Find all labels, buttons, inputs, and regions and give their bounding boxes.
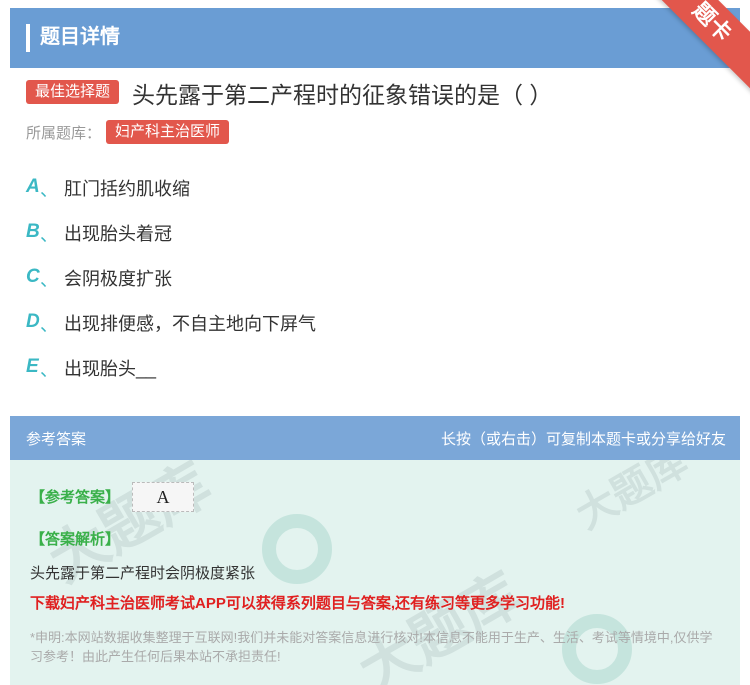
question-text: 头先露于第二产程时的征象错误的是（ ）: [132, 82, 553, 108]
option-e[interactable]: E 、 出现胎头__: [26, 352, 726, 397]
option-text: 肛门括约肌收缩: [64, 179, 190, 199]
question-bank-link[interactable]: 妇产科主治医师: [106, 120, 230, 144]
option-text: 出现胎头着冠: [64, 224, 172, 244]
option-text: 出现排便感，不自主地向下屏气: [64, 314, 316, 334]
option-separator: 、: [40, 180, 58, 200]
answer-image: A: [132, 482, 194, 512]
question-bank-label: 所属题库：: [26, 125, 102, 142]
question-row: 最佳选择题 头先露于第二产程时的征象错误的是（ ）: [26, 80, 736, 110]
option-letter: E: [26, 356, 39, 377]
share-hint: 长按（或右击）可复制本题卡或分享给好友: [440, 431, 726, 448]
option-separator: 、: [40, 225, 58, 245]
option-b[interactable]: B 、 出现胎头着冠: [26, 217, 726, 262]
title-bar: 题目详情: [10, 8, 740, 68]
option-separator: 、: [40, 360, 58, 380]
option-letter: A: [26, 176, 40, 197]
disclaimer-text: *申明:本网站数据收集整理于互联网!我们并未能对答案信息进行核对!本信息不能用于…: [30, 630, 713, 664]
option-d[interactable]: D 、 出现排便感，不自主地向下屏气: [26, 307, 726, 352]
app-download-promo[interactable]: 下载妇产科主治医师考试APP可以获得系列题目与答案,还有练习等更多学习功能!: [30, 592, 565, 613]
option-text: 会阴极度扩张: [64, 269, 172, 289]
answer-header: 参考答案 长按（或右击）可复制本题卡或分享给好友: [10, 416, 740, 460]
watermark-logo-icon: [262, 514, 332, 584]
page-title: 题目详情: [40, 26, 120, 48]
answer-panel[interactable]: 大题库 大题库 大题库 参考答案 长按（或右击）可复制本题卡或分享给好友 【参考…: [10, 416, 740, 685]
explanation-text: 头先露于第二产程时会阴极度紧张: [30, 565, 256, 582]
answer-label: 【参考答案】: [30, 489, 121, 506]
option-letter: D: [26, 311, 40, 332]
answer-section-title: 参考答案: [26, 431, 87, 448]
option-a[interactable]: A 、 肛门括约肌收缩: [26, 172, 726, 217]
option-separator: 、: [40, 270, 58, 290]
title-accent-bar: [26, 24, 30, 52]
option-letter: C: [26, 266, 40, 287]
option-letter: B: [26, 221, 40, 242]
option-c[interactable]: C 、 会阴极度扩张: [26, 262, 726, 307]
option-separator: 、: [40, 315, 58, 335]
option-text: 出现胎头__: [64, 359, 157, 379]
option-list: A 、 肛门括约肌收缩 B 、 出现胎头着冠 C 、 会阴极度扩张 D 、 出现…: [26, 172, 726, 397]
question-type-badge: 最佳选择题: [26, 80, 120, 104]
explanation-label: 【答案解析】: [30, 531, 121, 548]
